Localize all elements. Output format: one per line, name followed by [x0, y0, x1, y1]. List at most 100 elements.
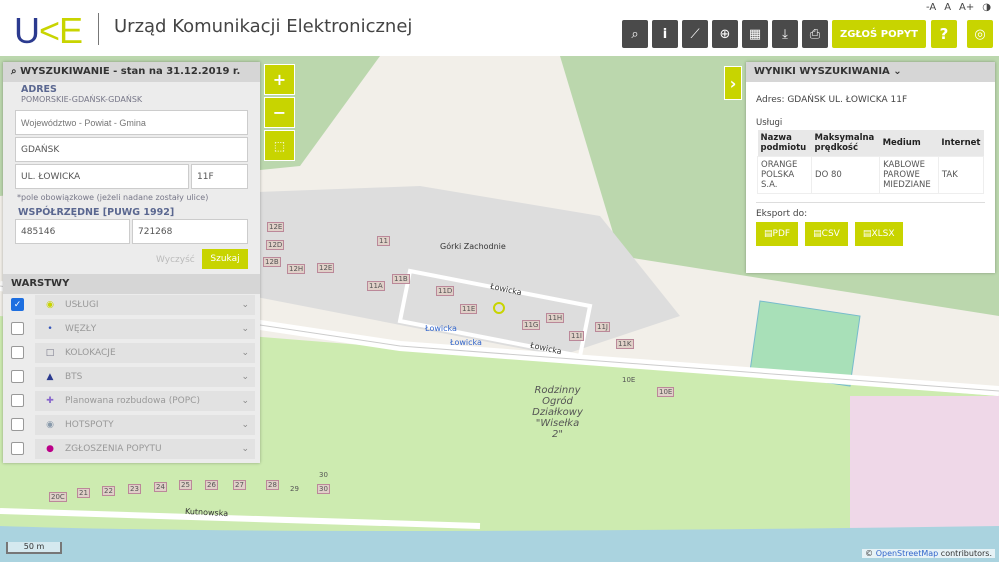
export-label: CSV [821, 229, 840, 239]
results-title: WYNIKI WYSZUKIWANIA [754, 66, 890, 77]
font-smaller[interactable]: -A [926, 2, 936, 13]
contrast-icon[interactable]: ◑ [982, 2, 991, 13]
zoom-out-button[interactable]: − [264, 97, 295, 128]
search-panel: ⌕ WYSZUKIWANIE - stan na 31.12.2019 r. A… [3, 62, 260, 463]
results-panel: WYNIKI WYSZUKIWANIA ⌄ Adres: GDAŃSK UL. … [746, 62, 995, 273]
export-csv-button[interactable]: ▤ CSV [805, 222, 848, 246]
uke-logo[interactable]: U<E [14, 10, 83, 52]
font-normal[interactable]: A [944, 2, 951, 13]
building-number: 20C [49, 492, 67, 502]
region-input[interactable] [15, 110, 248, 135]
building-number: 25 [179, 480, 192, 490]
column-header: Nazwa podmiotu [757, 130, 812, 157]
building-number: 22 [102, 486, 115, 496]
globe-tool-button[interactable]: ⊕ [712, 20, 738, 48]
report-demand-button[interactable]: ZGŁOŚ POPYT [832, 20, 926, 48]
coord-x-input[interactable]: 485146 [15, 219, 130, 244]
chevron-down-icon: ⌄ [241, 444, 249, 454]
chevron-down-icon: ⌄ [241, 396, 249, 406]
chevron-down-icon: ⌄ [241, 348, 249, 358]
layer-checkbox-uslugi[interactable]: ✓ [11, 298, 24, 311]
download-tool-button[interactable]: ⤓ [772, 20, 798, 48]
layer-kolokacje[interactable]: □ KOLOKACJE ⌄ [35, 343, 255, 363]
building-number: 11A [367, 281, 385, 291]
search-tool-button[interactable]: ⌕ [622, 20, 648, 48]
layer-checkbox-hotspoty[interactable] [11, 418, 24, 431]
building-number: 11G [522, 320, 541, 330]
export-xlsx-button[interactable]: ▤ XLSX [854, 222, 903, 246]
pdf-icon: ▤ [764, 229, 773, 239]
node-icon: • [47, 324, 53, 334]
building-number: 21 [77, 488, 90, 498]
layer-hotspoty[interactable]: ◉ HOTSPOTY ⌄ [35, 415, 255, 435]
search-submit-button[interactable]: Szukaj [202, 249, 248, 269]
user-button[interactable]: ◎ [967, 20, 993, 48]
measure-tool-button[interactable]: ⟋ [682, 20, 708, 48]
export-label: Eksport do: [756, 202, 985, 219]
attribution-text: contributors. [940, 549, 992, 558]
layer-popc[interactable]: ✚ Planowana rozbudowa (POPC) ⌄ [35, 391, 255, 411]
font-larger[interactable]: A+ [959, 2, 974, 13]
building-number: 12B [263, 257, 281, 267]
building-number: 10E [622, 376, 636, 384]
ruler-icon: ⟋ [690, 26, 700, 42]
street-input[interactable]: UL. ŁOWICKA [15, 164, 189, 189]
table-row: ORANGE POLSKA S.A. DO 80 KABLOWE PAROWE MI… [756, 156, 985, 194]
services-label: Usługi [756, 118, 783, 128]
export-pdf-button[interactable]: ▤ PDF [756, 222, 799, 246]
layer-wezly[interactable]: • WĘZŁY ⌄ [35, 319, 255, 339]
osm-link[interactable]: OpenStreetMap [876, 549, 939, 558]
address-label: ADRES [21, 84, 57, 95]
layer-label: ZGŁOSZENIA POPYTU [65, 444, 162, 454]
building-number: 24 [154, 482, 167, 492]
cell-speed: DO 80 [811, 156, 881, 194]
required-note: *pole obowiązkowe (jeżeli nadane zostały… [17, 193, 209, 202]
map-label-bus-stop: Łowicka [425, 324, 457, 333]
coord-y-input[interactable]: 721268 [132, 219, 248, 244]
download-icon: ⤓ [782, 26, 788, 42]
building-number: 30 [317, 484, 330, 494]
building-number: 29 [290, 485, 299, 493]
building-number: 11D [436, 286, 455, 296]
header: U<E Urząd Komunikacji Elektronicznej -A … [0, 0, 999, 56]
chevron-right-icon: › [729, 73, 737, 93]
building-number: 12D [266, 240, 285, 250]
attribution: © OpenStreetMap contributors. [862, 549, 995, 558]
layer-zgloszenia[interactable]: ● ZGŁOSZENIA POPYTU ⌄ [35, 439, 255, 459]
layer-checkbox-kolokacje[interactable] [11, 346, 24, 359]
export-label: XLSX [871, 229, 895, 239]
layer-label: KOLOKACJE [65, 348, 116, 358]
clear-button[interactable]: Wyczyść [156, 255, 195, 265]
coords-label: WSPÓŁRZĘDNE [PUWG 1992] [18, 207, 175, 218]
building-number: 11B [392, 274, 410, 284]
grid-tool-button[interactable]: ▦ [742, 20, 768, 48]
building-number: 10E [657, 387, 675, 397]
map-label-bus-stop: Łowicka [450, 338, 482, 347]
building-number: 11E [460, 304, 478, 314]
building-number: 11I [569, 331, 584, 341]
building-number: 23 [128, 484, 141, 494]
info-tool-button[interactable]: i [652, 20, 678, 48]
print-tool-button[interactable]: ⎙ [802, 20, 828, 48]
layer-uslugi[interactable]: ◉ USŁUGI ⌄ [35, 295, 255, 315]
building-number: 12E [317, 263, 335, 273]
column-header: Internet [938, 130, 984, 157]
layer-bts[interactable]: ▲ BTS ⌄ [35, 367, 255, 387]
number-input[interactable]: 11F [191, 164, 248, 189]
layer-checkbox-popyt[interactable] [11, 442, 24, 455]
building-number: 12E [267, 222, 285, 232]
layer-label: BTS [65, 372, 83, 382]
chevron-down-icon: ⌄ [241, 372, 249, 382]
services-icon: ◉ [46, 300, 54, 310]
layer-checkbox-bts[interactable] [11, 370, 24, 383]
results-header[interactable]: WYNIKI WYSZUKIWANIA ⌄ [746, 62, 995, 82]
search-icon: ⌕ [631, 26, 639, 42]
toggle-results-button[interactable]: › [724, 66, 742, 100]
city-input[interactable]: GDAŃSK [15, 137, 248, 162]
zoom-area-button[interactable]: ⬚ [264, 130, 295, 161]
layer-checkbox-wezly[interactable] [11, 322, 24, 335]
zoom-in-button[interactable]: + [264, 64, 295, 95]
layer-checkbox-popc[interactable] [11, 394, 24, 407]
help-button[interactable]: ? [931, 20, 957, 48]
xlsx-icon: ▤ [862, 229, 872, 239]
